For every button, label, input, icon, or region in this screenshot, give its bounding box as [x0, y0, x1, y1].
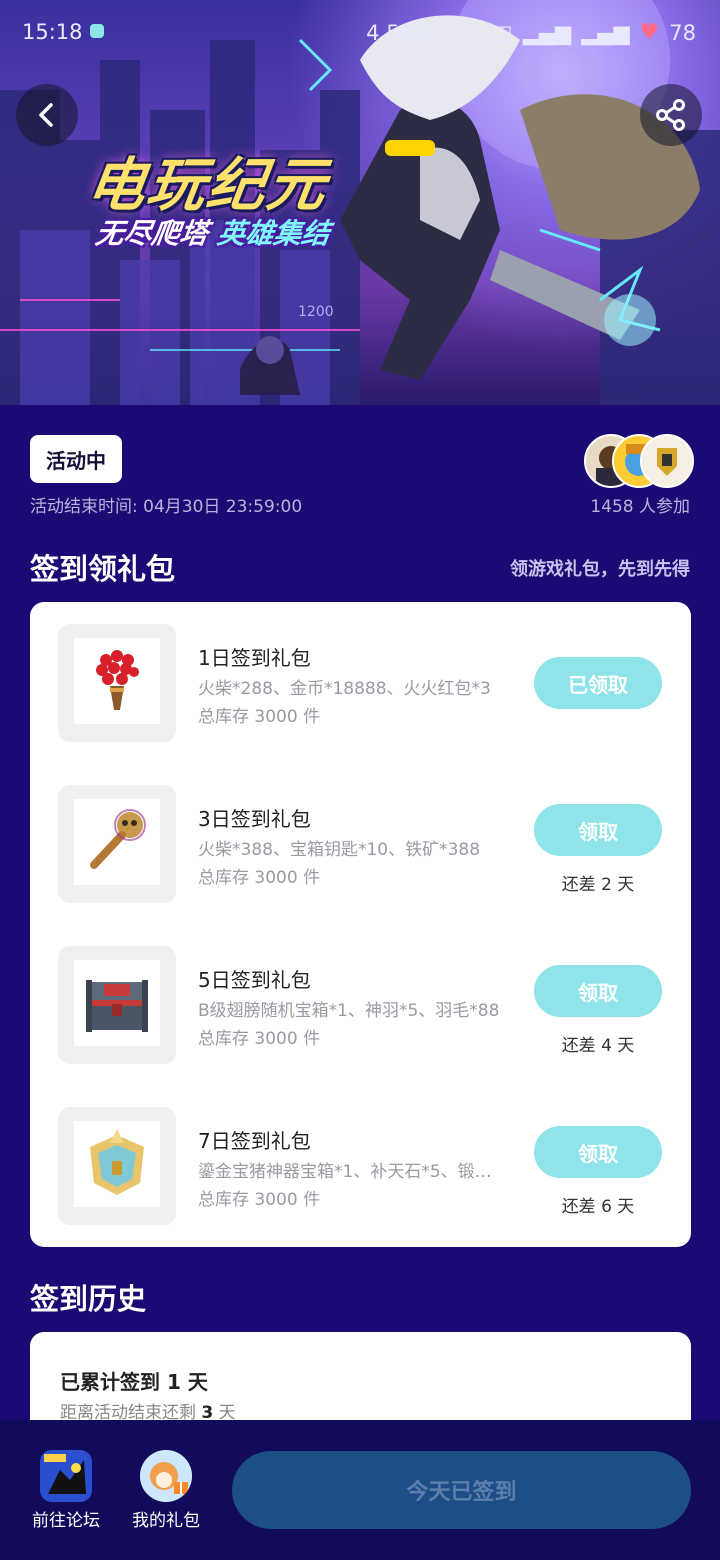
gift-name: 3日签到礼包 [198, 807, 311, 831]
my-gifts-icon[interactable] [140, 1450, 192, 1502]
signin-history-title: 签到历史 [30, 1282, 147, 1316]
days-left: 还差 6 天 [561, 1197, 635, 1217]
chevron-left-icon [39, 103, 53, 127]
activity-end-time: 活动结束时间: 04月30日 23:59:00 [30, 497, 303, 517]
claim-button[interactable]: 领取 [534, 804, 662, 856]
bluetooth-icon: ᛒ [470, 20, 483, 45]
banner-subtitle: 无尽爬塔 英雄集结 [93, 212, 332, 252]
gift-thumbnail [58, 624, 176, 742]
claim-button[interactable]: 领取 [534, 965, 662, 1017]
gift-list-card: 1日签到礼包 火柴*288、金币*18888、火火红包*3 总库存 3000 件… [30, 602, 691, 1247]
banner-subtitle-left: 无尽爬塔 [93, 217, 211, 250]
days-left: 还差 2 天 [561, 875, 635, 895]
participant-avatars[interactable] [584, 434, 694, 488]
gift-name: 1日签到礼包 [198, 646, 311, 670]
status-bar: 15:18 4.5K/s ♫ ᛒ ◰ ▂▄▆ ▂▄▆ ♥ 78 [0, 0, 720, 64]
days-left: 还差 4 天 [561, 1036, 635, 1056]
gift-name: 7日签到礼包 [198, 1129, 311, 1153]
gift-stock: 总库存 3000 件 [198, 868, 321, 888]
battery-level: 78 [669, 20, 696, 45]
gift-items: 鎏金宝猪神器宝箱*1、补天石*5、锻… [198, 1162, 492, 1182]
gift-row: 5日签到礼包 B级翅膀随机宝箱*1、神羽*5、羽毛*88 总库存 3000 件 … [30, 946, 691, 1066]
banner-title: 电玩纪元 [82, 151, 333, 219]
avatar-crest-icon [657, 448, 677, 476]
shiba-gift-graphic [140, 1450, 192, 1502]
total-signin-days: 已累计签到 1 天 [60, 1370, 208, 1394]
signal-icon: ▂▄▆ [522, 20, 572, 45]
banner-tower-number: 1200 [298, 304, 334, 320]
headphones-icon: ♫ [441, 20, 461, 45]
gift-stock: 总库存 3000 件 [198, 707, 321, 727]
status-time: 15:18 [22, 20, 83, 44]
my-gifts-label[interactable]: 我的礼包 [116, 1506, 216, 1531]
gift-items: 火柴*388、宝箱钥匙*10、铁矿*388 [198, 840, 481, 860]
share-icon [656, 99, 685, 131]
golden-chest-icon [90, 1129, 144, 1195]
game-forum-icon[interactable] [40, 1450, 92, 1502]
claim-button[interactable]: 领取 [534, 1126, 662, 1178]
claimed-button[interactable]: 已领取 [534, 657, 662, 709]
gift-row: 7日签到礼包 鎏金宝猪神器宝箱*1、补天石*5、锻… 总库存 3000 件 领取… [30, 1107, 691, 1227]
activity-banner: 电玩纪元 无尽爬塔 英雄集结 1200 15:18 4.5K/s ♫ ᛒ ◰ ▂… [0, 0, 720, 405]
gift-items: 火柴*288、金币*18888、火火红包*3 [198, 679, 491, 699]
gift-thumbnail [58, 946, 176, 1064]
banner-subtitle-right: 英雄集结 [215, 217, 332, 250]
participant-count: 1458 人参加 [590, 497, 690, 517]
treasure-chest-icon [86, 980, 148, 1032]
forum-label[interactable]: 前往论坛 [16, 1506, 116, 1531]
gift-row: 1日签到礼包 火柴*288、金币*18888、火火红包*3 总库存 3000 件… [30, 624, 691, 744]
gift-items: B级翅膀随机宝箱*1、神羽*5、羽毛*88 [198, 1001, 500, 1021]
signin-gifts-title: 签到领礼包 [30, 552, 176, 586]
gift-row: 3日签到礼包 火柴*388、宝箱钥匙*10、铁矿*388 总库存 3000 件 … [30, 785, 691, 905]
gift-thumbnail [58, 1107, 176, 1225]
status-right-group: 4.5K/s ♫ ᛒ ◰ ▂▄▆ ▂▄▆ ♥ 78 [366, 20, 696, 45]
gift-stock: 总库存 3000 件 [198, 1029, 321, 1049]
skull-key-icon [90, 809, 146, 869]
share-button[interactable] [640, 84, 702, 146]
red-torch-icon [96, 650, 139, 710]
app-notification-icon [90, 24, 104, 38]
activity-status-badge: 活动中 [30, 435, 122, 483]
battery-heart-icon: ♥ [639, 20, 660, 45]
nfc-icon: ◰ [492, 20, 513, 45]
net-speed: 4.5K/s [366, 20, 432, 45]
gift-name: 5日签到礼包 [198, 968, 311, 992]
bottom-action-bar: 前往论坛 我的礼包 今天已签到 [0, 1420, 720, 1560]
checked-in-today-button[interactable]: 今天已签到 [232, 1451, 691, 1529]
avatar [640, 434, 694, 488]
game-logo-graphic [40, 1450, 92, 1502]
gift-thumbnail [58, 785, 176, 903]
gift-stock: 总库存 3000 件 [198, 1190, 321, 1210]
signal-icon-2: ▂▄▆ [581, 20, 630, 45]
signin-gifts-hint: 领游戏礼包，先到先得 [510, 559, 690, 580]
back-button[interactable] [16, 84, 78, 146]
